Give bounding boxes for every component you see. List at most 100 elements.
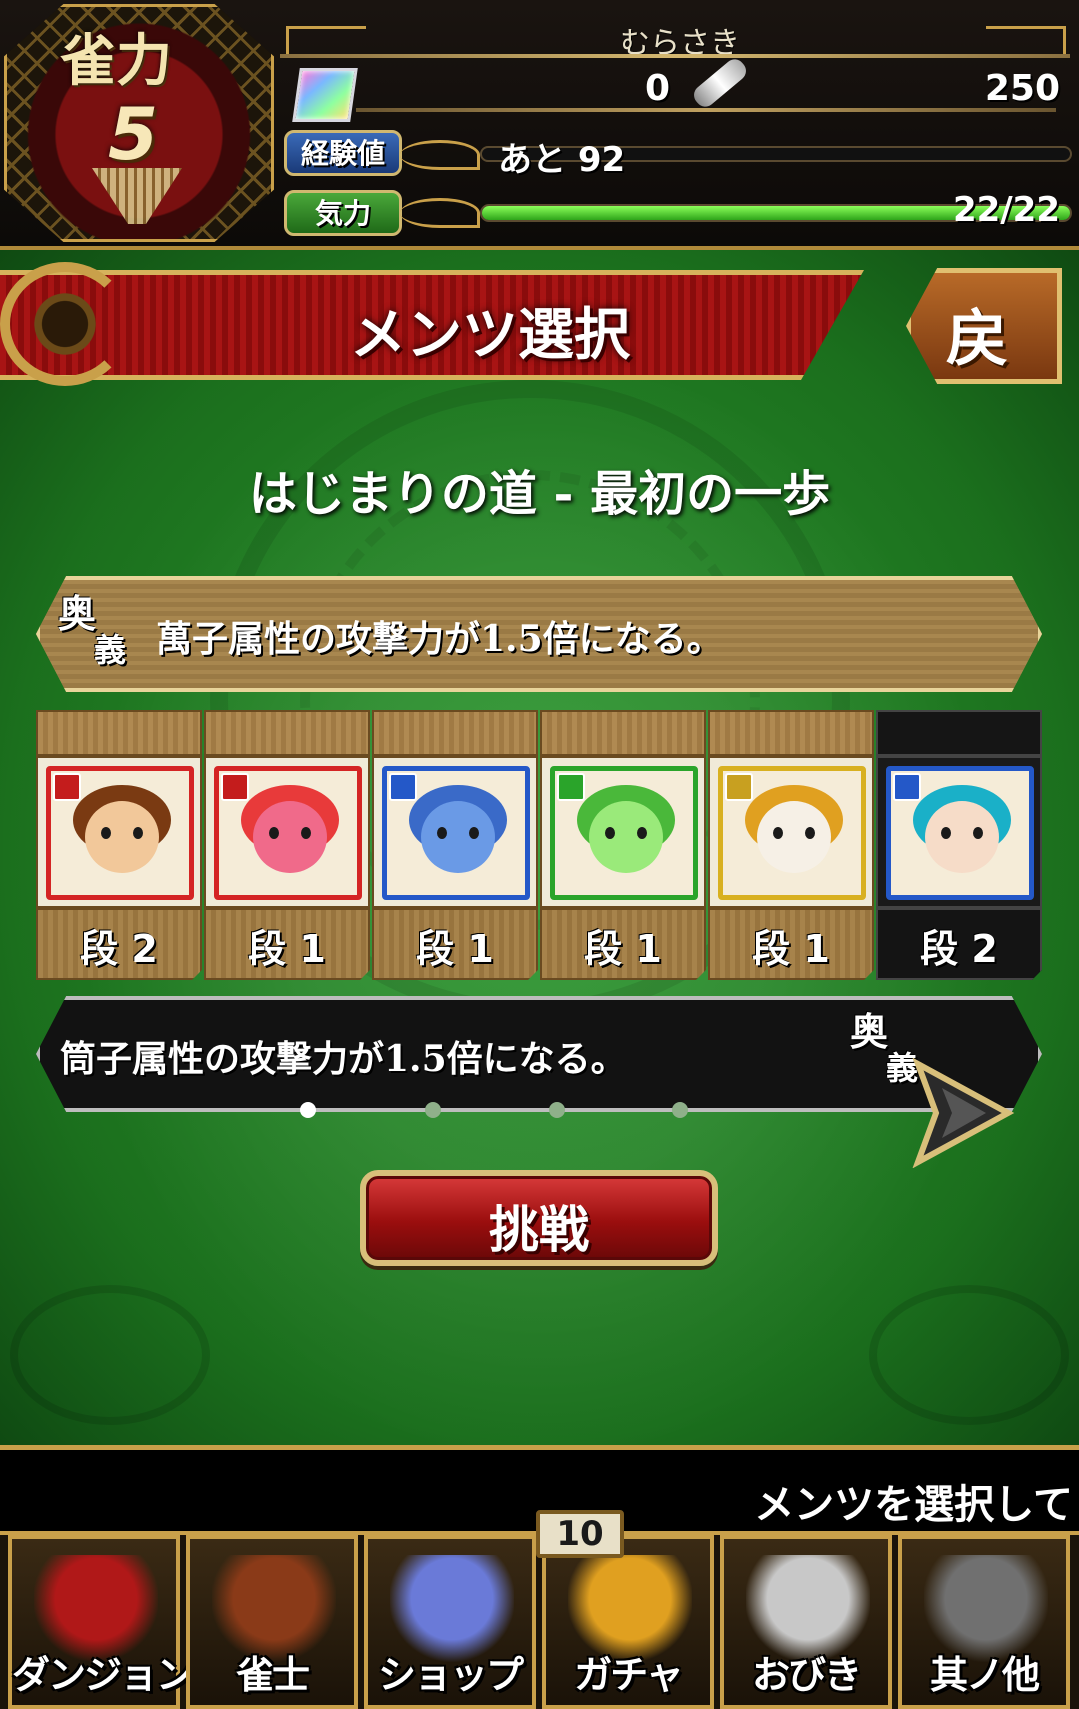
selected-skill-text: 筒子属性の攻撃力が1.5倍になる。 — [60, 1038, 627, 1080]
stage-title: はじまりの道 - 最初の一歩 — [248, 466, 831, 522]
card-header — [204, 710, 370, 756]
character-eye — [133, 827, 143, 839]
card-header — [540, 710, 706, 756]
party-card[interactable]: 段 1 — [540, 710, 706, 980]
character-portrait[interactable] — [886, 766, 1034, 900]
character-face — [589, 801, 663, 873]
card-frame — [36, 756, 202, 908]
character-face — [85, 801, 159, 873]
exp-label: 経験値 — [284, 130, 402, 176]
card-frame — [540, 756, 706, 908]
character-face — [757, 801, 831, 873]
nav-item[interactable]: ガチャ — [542, 1535, 714, 1709]
character-portrait[interactable] — [214, 766, 362, 900]
nav-item[interactable]: 其ノ他 — [898, 1535, 1070, 1709]
challenge-button-label[interactable]: 挑戦 — [366, 1190, 712, 1262]
swirl-ornament-icon — [400, 140, 480, 170]
card-rank: 段 1 — [584, 927, 662, 971]
character-eye — [637, 827, 647, 839]
character-eye — [941, 827, 951, 839]
nav-item-label: ガチャ — [574, 1652, 684, 1697]
card-rank: 段 1 — [752, 927, 830, 971]
nav-item-label: おびき — [751, 1652, 862, 1697]
party-card[interactable]: 段 2 — [876, 710, 1042, 980]
card-frame — [204, 756, 370, 908]
page-dot[interactable] — [300, 1102, 316, 1118]
character-portrait[interactable] — [718, 766, 866, 900]
nav-item[interactable]: おびき — [720, 1535, 892, 1709]
left-ornament-icon — [286, 26, 366, 54]
character-eye — [269, 827, 279, 839]
character-face — [925, 801, 999, 873]
party-select-screen: メンツ選択 戻 はじまりの道 - 最初の一歩 奥義 萬子属性の攻撃力が1.5倍に… — [0, 250, 1079, 1445]
nav-item[interactable]: 雀士 — [186, 1535, 358, 1709]
party-card[interactable]: 段 1 — [372, 710, 538, 980]
card-frame — [372, 756, 538, 908]
card-frame — [708, 756, 874, 908]
corner-ornament-icon — [869, 1285, 1069, 1425]
character-portrait[interactable] — [382, 766, 530, 900]
character-eye — [773, 827, 783, 839]
nav-item[interactable]: ショップ — [364, 1535, 536, 1709]
rank-label: 雀力 — [60, 28, 172, 94]
gem-icon — [292, 68, 358, 122]
card-rank: 段 1 — [248, 927, 326, 971]
character-face — [253, 801, 327, 873]
ticker-text: メンツを選択して — [754, 1481, 1073, 1528]
card-frame — [876, 756, 1042, 908]
ougi-icon: 奥義 — [58, 595, 148, 676]
challenge-button[interactable]: 挑戦 — [360, 1170, 718, 1266]
nav-item-label: 雀士 — [235, 1652, 310, 1697]
character-eye — [973, 827, 983, 839]
character-eye — [437, 827, 447, 839]
nav-item[interactable]: ダンジョン — [8, 1535, 194, 1709]
element-badge-icon — [53, 773, 81, 801]
character-eye — [301, 827, 311, 839]
swirl-ornament-icon — [400, 198, 480, 228]
party-card[interactable]: 段 2 — [36, 710, 202, 980]
party-card[interactable]: 段 1 — [204, 710, 370, 980]
element-badge-icon — [557, 773, 585, 801]
card-header — [36, 710, 202, 756]
character-face — [421, 801, 495, 873]
corner-ornament-icon — [10, 1285, 210, 1425]
stamina-value: 22/22 — [952, 190, 1060, 230]
card-rank: 段 1 — [416, 927, 494, 971]
next-arrow-icon[interactable] — [908, 1058, 1018, 1168]
page-dot[interactable] — [549, 1102, 565, 1118]
character-eye — [101, 827, 111, 839]
page-dot[interactable] — [425, 1102, 441, 1118]
card-header — [372, 710, 538, 756]
character-eye — [805, 827, 815, 839]
gem-count: 0 — [644, 68, 670, 109]
character-eye — [469, 827, 479, 839]
page-title: メンツ選択 — [350, 302, 630, 368]
character-portrait[interactable] — [550, 766, 698, 900]
card-header — [876, 710, 1042, 756]
ougi-char-1: 奥義 — [58, 591, 148, 669]
character-portrait[interactable] — [46, 766, 194, 900]
party-card-row: 段 2 段 1 段 1 段 1 段 1 段 2 — [36, 710, 1042, 980]
brush-icon — [689, 55, 751, 111]
ougi-char: 奥 — [58, 591, 97, 636]
element-badge-icon — [893, 773, 921, 801]
party-card[interactable]: 段 1 — [708, 710, 874, 980]
scroll-ornament-icon — [0, 262, 130, 386]
element-badge-icon — [221, 773, 249, 801]
element-badge-icon — [725, 773, 753, 801]
card-header — [708, 710, 874, 756]
divider — [280, 54, 1070, 58]
rank-value: 5 — [108, 92, 159, 176]
gacha-count-badge: 10 — [536, 1510, 624, 1558]
exp-remaining: あと 92 — [498, 140, 626, 180]
divider — [356, 108, 1056, 112]
stamina-label: 気力 — [284, 190, 402, 236]
nav-item-label: ダンジョン — [12, 1652, 194, 1697]
status-header: 雀力 5 むらさき 0 250 経験値 あと 92 気力 22/22 — [0, 0, 1079, 250]
back-button-label[interactable]: 戻 — [946, 288, 1008, 378]
card-rank: 段 2 — [80, 927, 158, 971]
nav-item-label: 其ノ他 — [929, 1652, 1040, 1697]
gem-max: 250 — [984, 68, 1060, 109]
page-dot[interactable] — [672, 1102, 688, 1118]
ougi-char: 義 — [94, 631, 127, 669]
